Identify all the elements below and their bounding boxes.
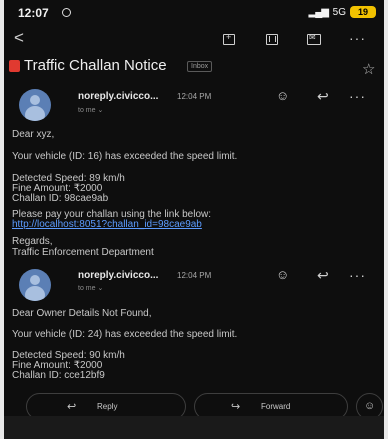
bottom-nav-area <box>4 416 384 439</box>
forward-label: Forward <box>261 402 291 411</box>
add-to-tasks-icon[interactable]: + <box>223 32 235 45</box>
violation-line: Your vehicle (ID: 24) has exceeded the s… <box>12 329 238 340</box>
reply-icon[interactable]: ↩ <box>317 267 329 283</box>
email-subject: Traffic Challan Notice <box>24 57 167 74</box>
recipient-summary[interactable]: to me ⌄ <box>78 284 103 292</box>
emoji-react-icon[interactable]: ☺ <box>276 88 289 104</box>
mark-unread-icon[interactable]: ✉ <box>307 33 321 45</box>
back-icon[interactable]: < <box>14 29 24 46</box>
sender-name[interactable]: noreply.civicco... <box>78 91 158 102</box>
signal-icon: ▂▄▆ <box>308 7 329 18</box>
sender-avatar[interactable] <box>19 269 51 301</box>
more-options-icon[interactable]: ··· <box>349 30 366 46</box>
regards: Regards, <box>12 236 53 247</box>
message-more-icon[interactable]: ··· <box>349 267 366 283</box>
email-screen: 12:07 ▂▄▆ 5G 19 < + ✉ ··· Traffic Challa… <box>4 0 384 439</box>
reply-icon[interactable]: ↩ <box>317 88 329 104</box>
important-flag-icon <box>9 60 20 72</box>
emoji-icon: ☺ <box>364 400 376 412</box>
recipient-text: to me <box>78 107 96 114</box>
payment-link[interactable]: http://localhost:8051?challan_id=98cae9a… <box>12 220 202 230</box>
greeting: Dear xyz, <box>12 129 55 140</box>
message-more-icon[interactable]: ··· <box>349 88 366 104</box>
delete-icon[interactable] <box>266 34 278 45</box>
message-time: 12:04 PM <box>177 92 212 101</box>
recipient-text: to me <box>78 285 96 292</box>
reply-arrow-icon: ↩ <box>67 401 77 413</box>
challan-id: Challan ID: cce12bf9 <box>12 370 105 381</box>
battery-level: 19 <box>350 6 376 18</box>
challan-id: Challan ID: 98cae9ab <box>12 193 109 204</box>
forward-arrow-icon: ↪ <box>231 401 241 413</box>
emoji-react-icon[interactable]: ☺ <box>276 267 289 283</box>
recipient-summary[interactable]: to me ⌄ <box>78 106 103 114</box>
inbox-label[interactable]: Inbox <box>187 61 213 72</box>
notification-dot-icon <box>62 8 71 17</box>
network-type: 5G <box>332 7 346 18</box>
message-time: 12:04 PM <box>177 271 212 280</box>
department-signature: Traffic Enforcement Department <box>12 247 154 258</box>
violation-line: Your vehicle (ID: 16) has exceeded the s… <box>12 151 238 162</box>
reply-label: Reply <box>97 402 118 411</box>
greeting: Dear Owner Details Not Found, <box>12 308 152 319</box>
star-icon[interactable]: ☆ <box>362 60 375 78</box>
sender-avatar[interactable] <box>19 89 51 121</box>
sender-name[interactable]: noreply.civicco... <box>78 270 158 281</box>
status-time: 12:07 <box>18 6 49 20</box>
